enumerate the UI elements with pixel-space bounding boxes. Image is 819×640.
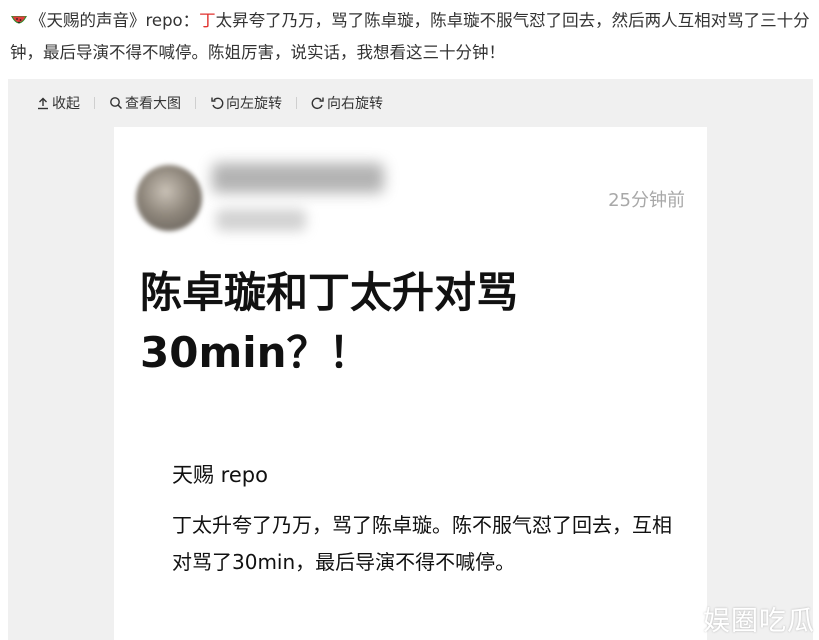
post-title: 陈卓璇和丁太升对骂30min？！ bbox=[140, 268, 519, 377]
rotate-right-label: 向右旋转 bbox=[327, 96, 383, 112]
toolbar-divider bbox=[195, 97, 196, 109]
quote-body: 丁太升夸了乃万，骂了陈卓璇。陈不服气怼了回去，互相对骂了30min，最后导演不得… bbox=[172, 513, 672, 574]
watermelon-icon bbox=[10, 9, 30, 38]
rotate-left-icon bbox=[211, 97, 224, 110]
collapse-button[interactable]: 收起 bbox=[36, 93, 80, 113]
viewer-toolbar: 收起 查看大图 向左旋转 向右旋转 bbox=[8, 79, 813, 127]
watermark: 娱圈吃瓜 bbox=[703, 606, 815, 637]
collapse-icon bbox=[38, 97, 48, 110]
collapse-label: 收起 bbox=[52, 96, 80, 112]
post-image: 25分钟前 陈卓璇和丁太升对骂30min？！ 天赐 repo 丁太升夸了乃万，骂… bbox=[114, 127, 707, 640]
quote-author: 天赐 repo bbox=[172, 463, 268, 487]
headline-prefix: 《天赐的声音》repo： bbox=[30, 11, 200, 30]
avatar bbox=[136, 165, 202, 231]
blurred-subtitle bbox=[216, 209, 306, 231]
blurred-username bbox=[212, 163, 384, 193]
rotate-right-icon bbox=[311, 97, 324, 110]
post-headline: 《天赐的声音》repo：丁太昇夸了乃万，骂了陈卓璇，陈卓璇不服气怼了回去，然后两… bbox=[10, 6, 810, 67]
post-time: 25分钟前 bbox=[608, 190, 685, 211]
rotate-left-button[interactable]: 向左旋转 bbox=[210, 93, 282, 113]
view-large-button[interactable]: 查看大图 bbox=[109, 93, 181, 113]
view-large-label: 查看大图 bbox=[125, 96, 181, 112]
search-icon bbox=[110, 97, 123, 110]
headline-highlight: 丁 bbox=[199, 11, 216, 30]
toolbar-divider bbox=[296, 97, 297, 109]
toolbar-divider bbox=[94, 97, 95, 109]
rotate-right-button[interactable]: 向右旋转 bbox=[311, 93, 383, 113]
image-viewer: 收起 查看大图 向左旋转 向右旋转 25分钟前 陈卓璇和丁太升对骂30min？！… bbox=[8, 79, 813, 640]
rotate-left-label: 向左旋转 bbox=[226, 96, 282, 112]
